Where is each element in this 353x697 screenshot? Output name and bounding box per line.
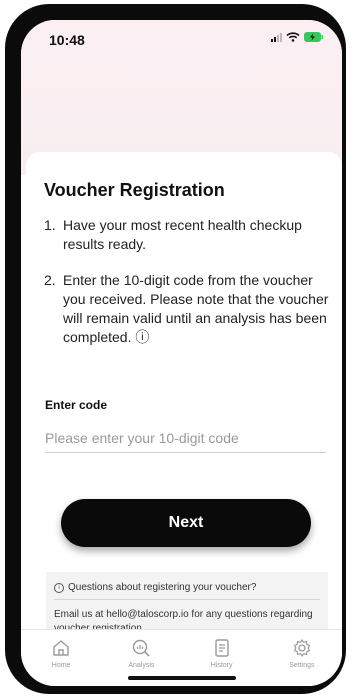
- settings-icon: [293, 639, 310, 657]
- home-indicator: [128, 676, 236, 680]
- tab-home[interactable]: Home: [21, 630, 101, 686]
- info-icon: i: [54, 582, 64, 593]
- status-time: 10:48: [49, 32, 85, 48]
- home-icon: [53, 640, 69, 656]
- tab-settings-label: Settings: [289, 662, 315, 669]
- cellular-signal-icon: [271, 32, 282, 42]
- voucher-card: Voucher Registration 1. Have your most r…: [26, 152, 342, 686]
- tab-history-label: History: [210, 662, 233, 669]
- history-icon: [214, 639, 229, 657]
- instruction-item: 1. Have your most recent health checkup …: [44, 216, 334, 254]
- code-label: Enter code: [45, 398, 108, 412]
- status-bar: 10:48: [21, 20, 342, 60]
- wifi-icon: [286, 32, 300, 42]
- step-number: 2.: [44, 272, 56, 288]
- help-question-text: Questions about registering your voucher…: [68, 582, 257, 593]
- step-number: 1.: [44, 217, 56, 233]
- instruction-item: 2. Enter the 10-digit code from the vouc…: [44, 271, 334, 347]
- screen: 10:48 Voucher Registration 1. Have your …: [21, 20, 342, 686]
- tab-home-label: Home: [51, 662, 71, 669]
- analysis-icon: [133, 639, 150, 657]
- tab-settings[interactable]: Settings: [262, 630, 342, 686]
- next-button[interactable]: Next: [61, 499, 311, 547]
- step-text: Enter the 10-digit code from the voucher…: [63, 272, 329, 345]
- status-icons: [271, 32, 324, 42]
- tab-analysis-label: Analysis: [128, 662, 155, 669]
- step-text: Have your most recent health checkup res…: [63, 217, 302, 252]
- page-title: Voucher Registration: [44, 180, 225, 200]
- phone-frame: 10:48 Voucher Registration 1. Have your …: [5, 4, 346, 694]
- voucher-code-input[interactable]: [45, 424, 326, 453]
- battery-icon: [304, 32, 323, 42]
- help-question: i Questions about registering your vouch…: [54, 572, 320, 600]
- instruction-list: 1. Have your most recent health checkup …: [44, 216, 334, 364]
